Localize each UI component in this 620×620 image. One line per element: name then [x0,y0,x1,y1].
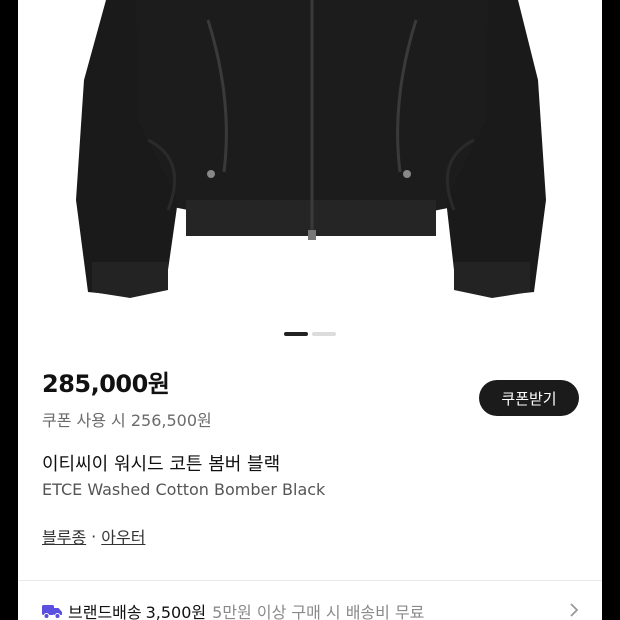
product-image-carousel[interactable] [18,0,602,350]
shipping-type: 브랜드배송 [68,603,142,620]
get-coupon-button[interactable]: 쿠폰받기 [479,380,579,416]
product-detail-screen: 285,000원 쿠폰 사용 시 256,500원 쿠폰받기 이티씨이 워시드 … [18,0,602,620]
product-name-english: ETCE Washed Cotton Bomber Black [42,480,326,499]
category-separator: · [91,526,97,546]
product-name-korean: 이티씨이 워시드 코튼 봄버 블랙 [42,454,281,475]
category-link-primary[interactable]: 블루종 [42,524,86,548]
free-shipping-note: 5만원 이상 구매 시 배송비 무료 [212,603,425,620]
carousel-dot-active[interactable] [284,332,308,336]
section-divider [18,580,602,581]
chevron-right-icon[interactable] [566,602,582,618]
category-breadcrumb: 블루종 · 아우터 [42,524,145,548]
category-link-secondary[interactable]: 아우터 [101,524,145,548]
shipping-fee: 3,500원 [145,603,207,620]
coupon-discounted-price: 쿠폰 사용 시 256,500원 [42,411,212,430]
shipping-info-row[interactable]: 브랜드배송 3,500원 5만원 이상 구매 시 배송비 무료 [42,600,582,620]
truck-icon [42,605,62,619]
carousel-dot[interactable] [312,332,336,336]
product-price: 285,000원 [42,370,170,398]
carousel-indicator [284,332,336,336]
product-image [76,0,546,298]
